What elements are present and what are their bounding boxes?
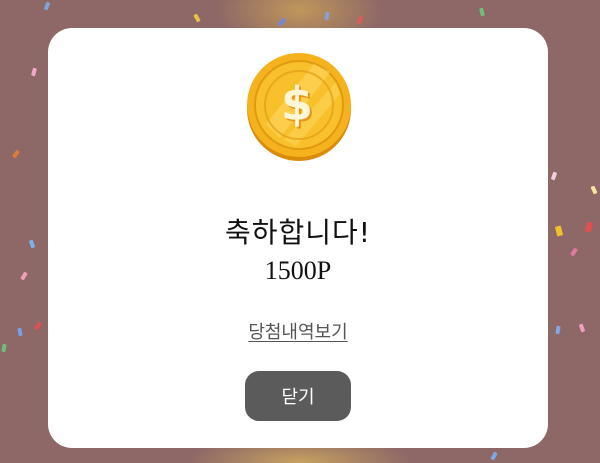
svg-text:$: $ xyxy=(281,77,313,131)
view-history-link[interactable]: 당첨내역보기 xyxy=(248,322,347,343)
congratulations-title: 축하합니다! xyxy=(224,216,372,249)
close-button[interactable]: 닫기 xyxy=(245,371,351,421)
points-amount: 1500P xyxy=(264,256,332,285)
reward-modal: $ $ 축하합니다! 1500P 당첨내역보기 닫기 xyxy=(48,28,548,448)
dollar-coin-icon: $ $ xyxy=(247,53,351,161)
